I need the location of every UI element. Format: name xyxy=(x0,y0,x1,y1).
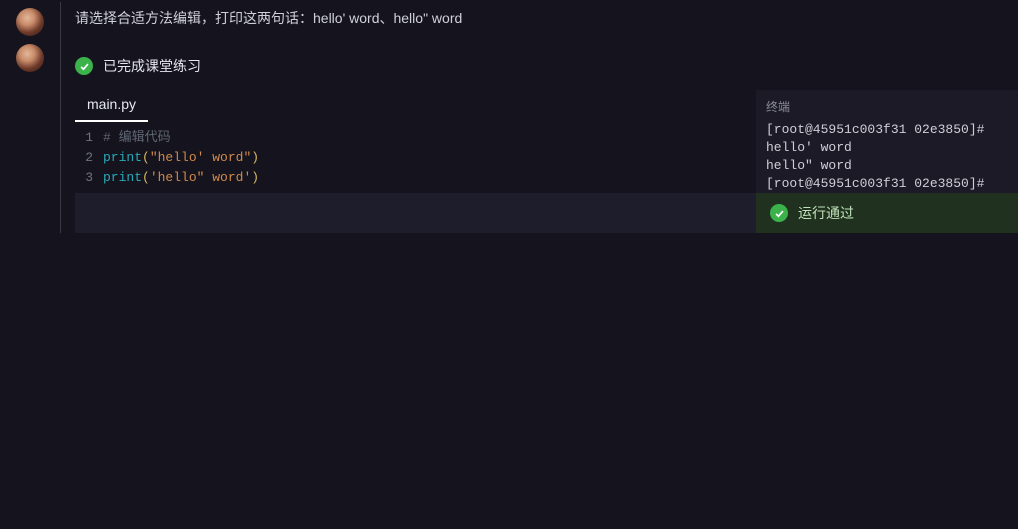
terminal-output[interactable]: [root@45951c003f31 02e3850]# hello' word… xyxy=(756,121,1018,193)
avatar-column xyxy=(0,2,60,36)
code-editor[interactable]: 1 # 编辑代码 2 print("hello' word") 3 print(… xyxy=(75,122,756,193)
avatar xyxy=(16,8,44,36)
run-status-bar: 运行通过 xyxy=(756,193,1018,233)
status-label: 已完成课堂练习 xyxy=(103,56,201,76)
editor-footer xyxy=(75,193,756,233)
line-number: 2 xyxy=(75,148,103,168)
terminal-line: hello' word xyxy=(766,140,852,155)
avatar xyxy=(16,44,44,72)
check-circle-icon xyxy=(75,57,93,75)
editor-tabs: main.py xyxy=(75,90,756,122)
split-panes: main.py 1 # 编辑代码 2 print("hello' word") xyxy=(75,90,1018,233)
terminal-line: [root@45951c003f31 02e3850]# xyxy=(766,176,984,191)
avatar-column xyxy=(0,38,60,72)
app-root: 请选择合适方法编辑，打印这两句话：hello' word、hello" word… xyxy=(0,0,1018,529)
file-tab-main[interactable]: main.py xyxy=(75,90,148,122)
editor-pane: main.py 1 # 编辑代码 2 print("hello' word") xyxy=(75,90,756,233)
prompt-text: 请选择合适方法编辑，打印这两句话：hello' word、hello" word xyxy=(60,2,462,38)
check-circle-icon xyxy=(770,204,788,222)
workspace: 已完成课堂练习 main.py 1 # 编辑代码 xyxy=(60,38,1018,233)
status-completed: 已完成课堂练习 xyxy=(75,38,1018,90)
terminal-line: hello" word xyxy=(766,158,852,173)
line-number: 1 xyxy=(75,128,103,148)
terminal-line: [root@45951c003f31 02e3850]# xyxy=(766,122,984,137)
code-line: 3 print('hello" word') xyxy=(75,168,756,188)
line-number: 3 xyxy=(75,168,103,188)
code-line: 1 # 编辑代码 xyxy=(75,128,756,148)
workspace-row: 已完成课堂练习 main.py 1 # 编辑代码 xyxy=(0,38,1018,529)
code-line: 2 print("hello' word") xyxy=(75,148,756,168)
prompt-row: 请选择合适方法编辑，打印这两句话：hello' word、hello" word xyxy=(0,0,1018,38)
run-status-label: 运行通过 xyxy=(798,203,854,223)
terminal-pane: 终端 [root@45951c003f31 02e3850]# hello' w… xyxy=(756,90,1018,233)
terminal-title: 终端 xyxy=(756,90,1018,121)
